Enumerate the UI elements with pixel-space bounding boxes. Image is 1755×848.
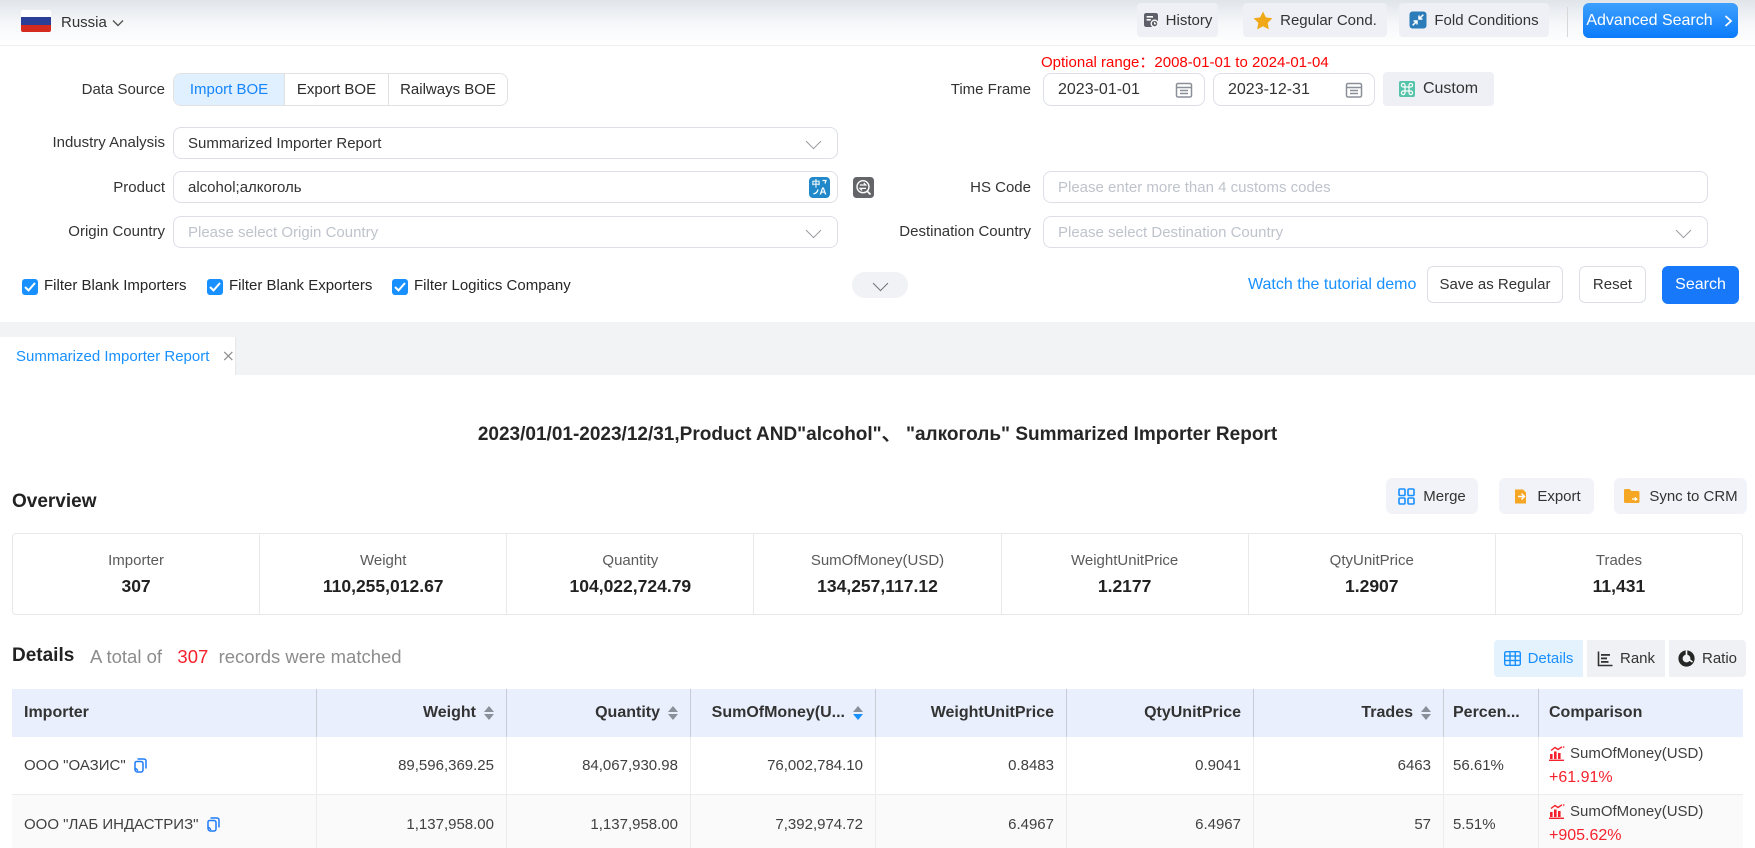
svg-text:A: A bbox=[819, 187, 826, 198]
